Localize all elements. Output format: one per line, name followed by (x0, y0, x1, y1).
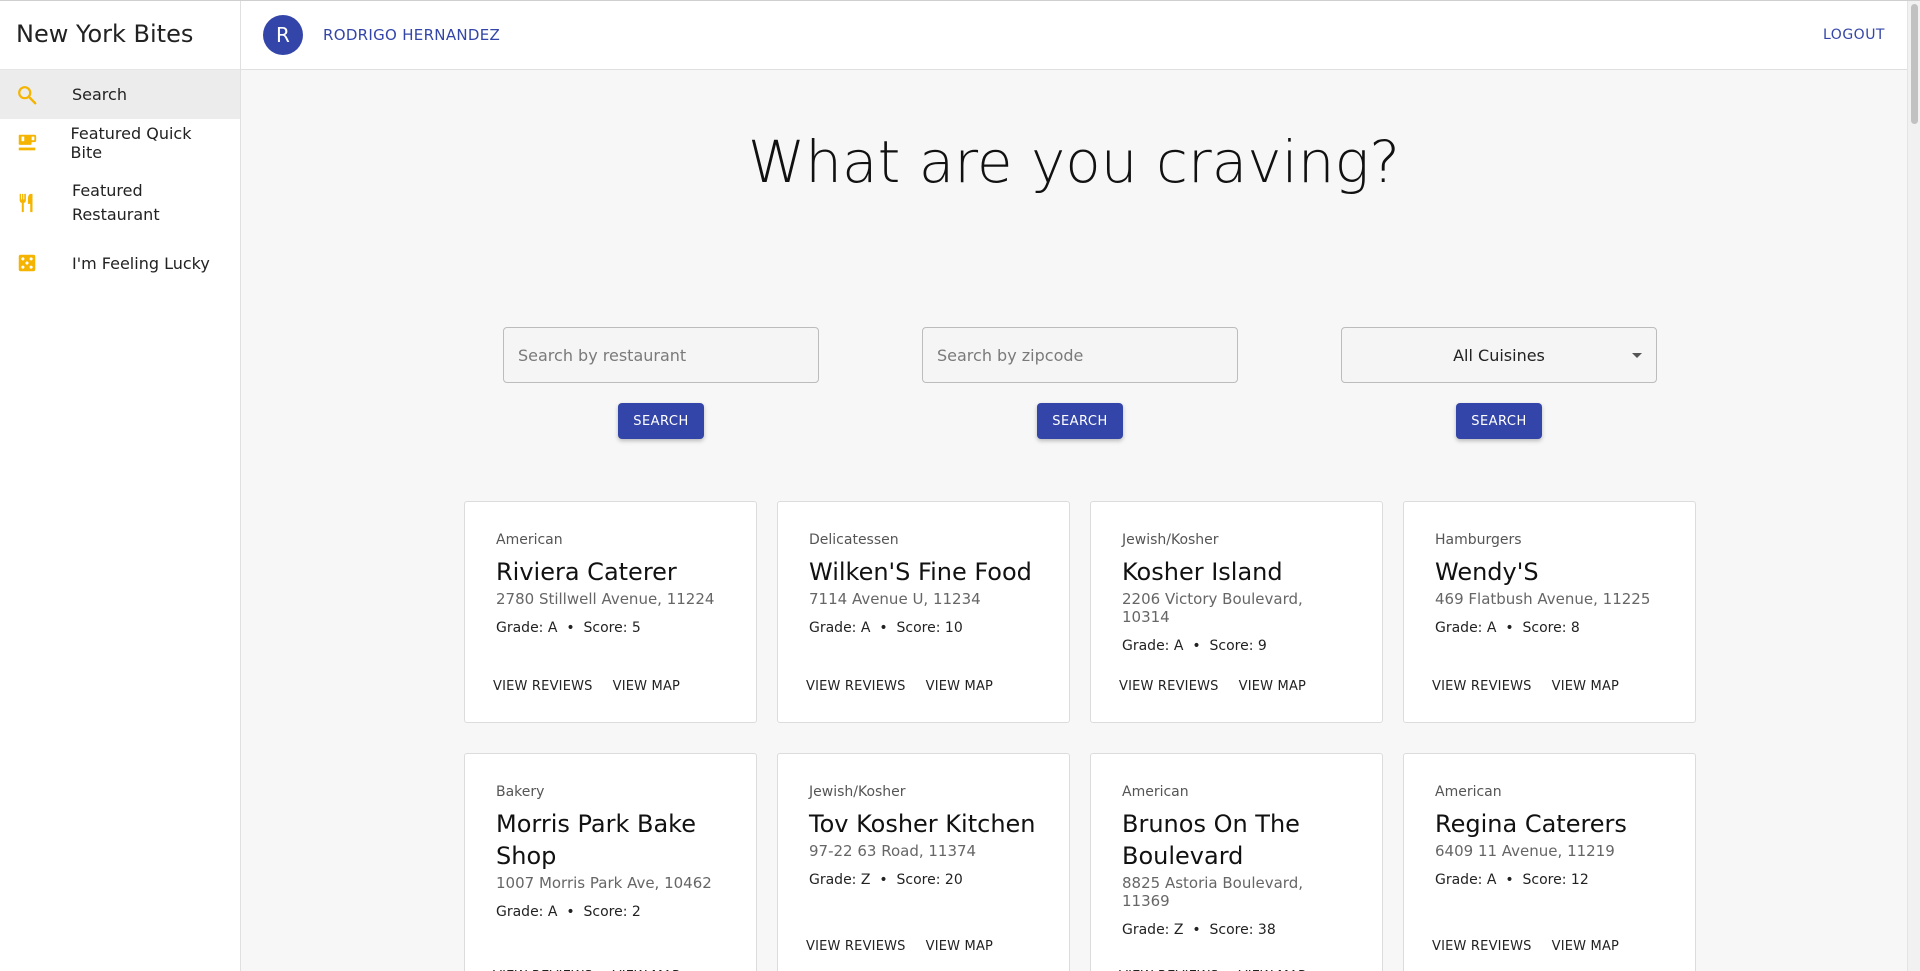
restaurant-card: Delicatessen Wilken'S Fine Food 7114 Ave… (777, 501, 1070, 723)
card-cuisine: American (496, 532, 563, 548)
view-reviews-button[interactable]: VIEW REVIEWS (1432, 939, 1532, 954)
zipcode-search-input[interactable] (922, 327, 1238, 383)
app-title: New York Bites (0, 0, 240, 70)
card-name: Morris Park Bake Shop (496, 810, 696, 870)
zipcode-search-button[interactable]: SEARCH (1037, 403, 1123, 439)
sidebar-item-label: Featured Restaurant (72, 181, 160, 224)
cafe-icon (16, 131, 71, 155)
view-map-button[interactable]: VIEW MAP (613, 679, 680, 694)
main-content: What are you craving? SEARCH SEARCH All … (241, 70, 1907, 971)
avatar[interactable]: R (263, 15, 303, 55)
restaurant-card: American Brunos On The Boulevard 8825 As… (1090, 753, 1383, 971)
search-icon (16, 83, 72, 107)
restaurant-card: Hamburgers Wendy'S 469 Flatbush Avenue, … (1403, 501, 1696, 723)
card-grade-score: Grade: A • Score: 12 (1435, 872, 1589, 888)
card-name: Kosher Island (1122, 558, 1283, 586)
sidebar-item-label: I'm Feeling Lucky (72, 253, 210, 273)
view-reviews-button[interactable]: VIEW REVIEWS (493, 679, 593, 694)
restaurant-card: Jewish/Kosher Kosher Island 2206 Victory… (1090, 501, 1383, 723)
card-name: Riviera Caterer (496, 558, 677, 586)
card-name: Regina Caterers (1435, 810, 1627, 838)
card-cuisine: Delicatessen (809, 532, 899, 548)
card-grade-score: Grade: Z • Score: 20 (809, 872, 963, 888)
card-grade-score: Grade: A • Score: 8 (1435, 620, 1580, 636)
card-address: 7114 Avenue U, 11234 (809, 590, 981, 608)
sidebar-item-label: Featured Quick Bite (70, 124, 192, 162)
view-reviews-button[interactable]: VIEW REVIEWS (1119, 679, 1219, 694)
card-address: 2206 Victory Boulevard, 10314 (1122, 590, 1303, 626)
view-reviews-button[interactable]: VIEW REVIEWS (806, 679, 906, 694)
sidebar-item-feeling-lucky[interactable]: I'm Feeling Lucky (0, 239, 240, 287)
view-reviews-button[interactable]: VIEW REVIEWS (1432, 679, 1532, 694)
card-name: Wendy'S (1435, 558, 1539, 586)
scrollbar-thumb[interactable] (1911, 4, 1918, 124)
restaurant-card: American Riviera Caterer 2780 Stillwell … (464, 501, 757, 723)
card-cuisine: Hamburgers (1435, 532, 1522, 548)
card-address: 8825 Astoria Boulevard, 11369 (1122, 874, 1304, 910)
card-name: Tov Kosher Kitchen (809, 810, 1036, 838)
view-map-button[interactable]: VIEW MAP (1552, 679, 1619, 694)
cuisine-search-group: All Cuisines SEARCH (1341, 327, 1657, 439)
restaurant-icon (16, 191, 72, 215)
view-reviews-button[interactable]: VIEW REVIEWS (806, 939, 906, 954)
restaurant-search-group: SEARCH (503, 327, 819, 439)
card-grade-score: Grade: A • Score: 10 (809, 620, 963, 636)
card-address: 6409 11 Avenue, 11219 (1435, 842, 1615, 860)
card-address: 1007 Morris Park Ave, 10462 (496, 874, 712, 892)
restaurant-card: Jewish/Kosher Tov Kosher Kitchen 97-22 6… (777, 753, 1070, 971)
card-cuisine: Bakery (496, 784, 545, 800)
cuisine-select-value: All Cuisines (1453, 345, 1545, 365)
restaurant-search-input[interactable] (503, 327, 819, 383)
cuisine-search-button[interactable]: SEARCH (1456, 403, 1542, 439)
restaurant-card: Bakery Morris Park Bake Shop 1007 Morris… (464, 753, 757, 971)
page-title: What are you craving? (747, 128, 1401, 196)
card-grade-score: Grade: A • Score: 2 (496, 904, 641, 920)
sidebar-item-featured-quick-bite[interactable]: Featured Quick Bite (0, 119, 240, 167)
card-cuisine: Jewish/Kosher (809, 784, 906, 800)
logout-button[interactable]: LOGOUT (1823, 27, 1885, 43)
zipcode-search-group: SEARCH (922, 327, 1238, 439)
card-address: 97-22 63 Road, 11374 (809, 842, 977, 860)
card-grade-score: Grade: A • Score: 9 (1122, 638, 1267, 654)
card-name: Wilken'S Fine Food (809, 558, 1032, 586)
sidebar-item-featured-restaurant[interactable]: Featured Restaurant (0, 167, 240, 239)
view-map-button[interactable]: VIEW MAP (1239, 679, 1306, 694)
dice-icon (16, 251, 72, 275)
card-grade-score: Grade: Z • Score: 38 (1122, 922, 1276, 938)
card-name: Brunos On The Boulevard (1122, 810, 1300, 870)
restaurant-search-button[interactable]: SEARCH (618, 403, 704, 439)
view-map-button[interactable]: VIEW MAP (1552, 939, 1619, 954)
sidebar: New York Bites Search Featured Quick Bit… (0, 0, 241, 971)
card-grade-score: Grade: A • Score: 5 (496, 620, 641, 636)
restaurant-card: American Regina Caterers 6409 11 Avenue,… (1403, 753, 1696, 971)
chevron-down-icon (1632, 353, 1642, 358)
view-map-button[interactable]: VIEW MAP (926, 939, 993, 954)
view-map-button[interactable]: VIEW MAP (926, 679, 993, 694)
page-scrollbar[interactable] (1907, 0, 1920, 971)
card-cuisine: American (1122, 784, 1189, 800)
sidebar-item-search[interactable]: Search (0, 70, 240, 119)
card-address: 469 Flatbush Avenue, 11225 (1435, 590, 1651, 608)
sidebar-item-label: Search (72, 85, 127, 104)
card-address: 2780 Stillwell Avenue, 11224 (496, 590, 715, 608)
card-cuisine: Jewish/Kosher (1122, 532, 1219, 548)
top-bar: R RODRIGO HERNANDEZ LOGOUT (241, 1, 1907, 70)
user-name[interactable]: RODRIGO HERNANDEZ (323, 26, 500, 44)
card-cuisine: American (1435, 784, 1502, 800)
cuisine-select[interactable]: All Cuisines (1341, 327, 1657, 383)
